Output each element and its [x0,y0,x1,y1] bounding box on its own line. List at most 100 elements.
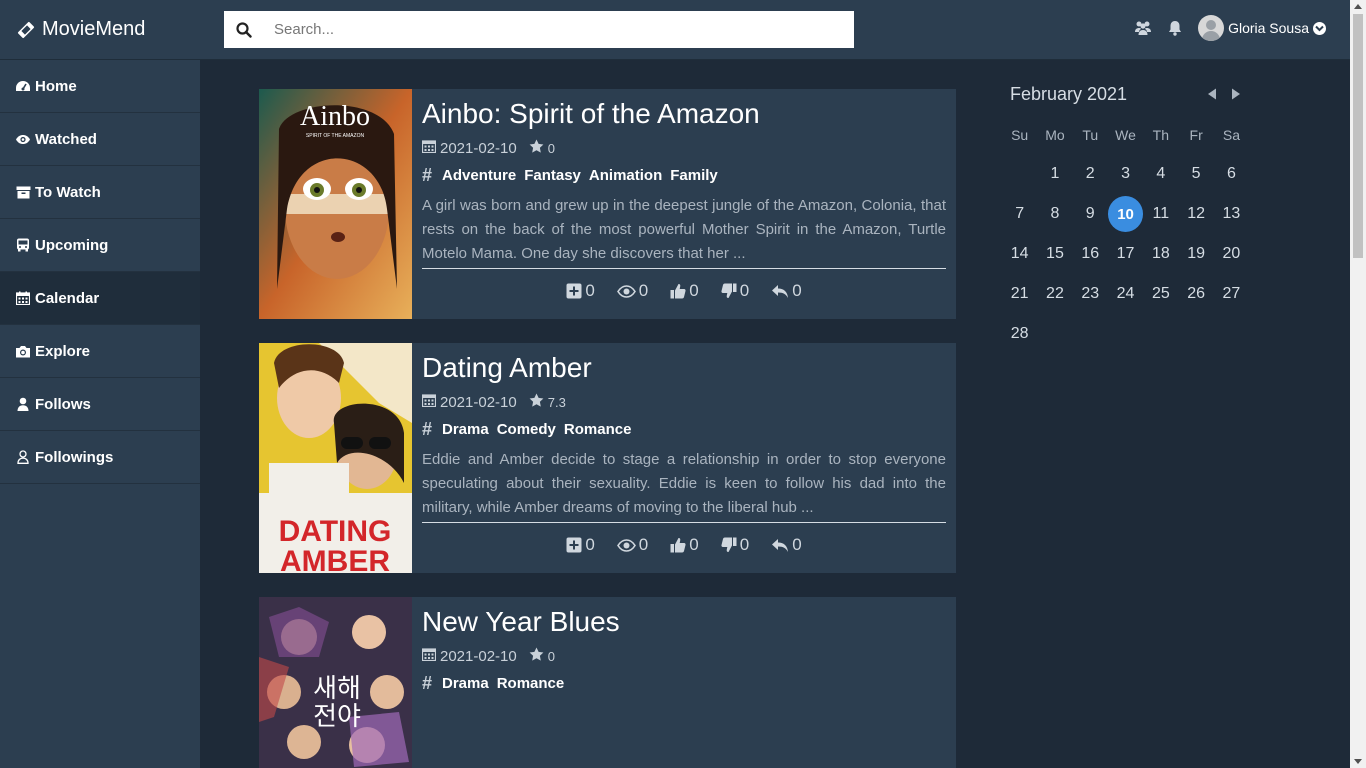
genre-tag[interactable]: Adventure [442,167,516,184]
weekday-label: Th [1152,127,1169,143]
watched-button[interactable]: 0 [616,535,648,555]
scrollbar-thumb[interactable] [1353,14,1363,258]
genre-tag[interactable]: Romance [564,421,632,438]
calendar-day-number: 12 [1187,205,1206,222]
add-to-watchlist-button[interactable]: 0 [566,281,595,301]
calendar-day[interactable]: 14 [1002,234,1037,274]
calendar-day[interactable]: 24 [1108,274,1143,314]
chevron-down-icon [1313,21,1326,35]
calendar-day[interactable]: 22 [1037,274,1072,314]
poster-title: 새해 [313,674,361,704]
reply-button[interactable]: 0 [771,535,802,555]
calendar-day-number: 2 [1085,165,1095,182]
calendar-day-today[interactable]: 10 [1107,194,1144,234]
like-button[interactable]: 0 [670,281,699,301]
calendar-day[interactable]: 6 [1214,154,1249,194]
calendar-day-number: 5 [1191,165,1201,182]
calendar-day[interactable]: 26 [1178,274,1213,314]
top-right-controls: Gloria Sousa [1134,15,1326,41]
calendar-day[interactable]: 25 [1143,274,1178,314]
movie-actions: 0 0 0 0 0 [422,281,946,301]
calendar-day[interactable]: 17 [1108,234,1143,274]
calendar-day[interactable]: 21 [1002,274,1037,314]
sidebar-item-calendar[interactable]: Calendar [0,272,200,325]
calendar-day[interactable]: 3 [1108,154,1143,194]
like-button[interactable]: 0 [670,535,699,555]
genre-tag[interactable]: Family [670,167,718,184]
genre-tag[interactable]: Drama [442,675,489,692]
weekday-label: Tu [1082,127,1099,143]
calendar-day[interactable]: 13 [1214,194,1249,234]
calendar-day-number: 8 [1050,205,1060,222]
genre-tag[interactable]: Drama [442,421,489,438]
calendar-day[interactable]: 5 [1178,154,1213,194]
calendar-day[interactable]: 11 [1143,194,1178,234]
calendar-day[interactable]: 16 [1073,234,1108,274]
sidebar-item-home[interactable]: Home [0,60,200,113]
dislike-button[interactable]: 0 [721,535,749,555]
movie-poster[interactable]: Ainbo SPIRIT OF THE AMAZON [259,89,412,319]
next-month-icon[interactable] [1230,87,1242,101]
movie-poster[interactable]: DATING AMBER [259,343,412,573]
calendar-day[interactable]: 4 [1143,154,1178,194]
calendar-nav [1206,87,1242,101]
calendar-day[interactable]: 7 [1002,194,1037,234]
movie-title[interactable]: New Year Blues [422,607,946,637]
scroll-down-icon[interactable] [1354,759,1362,764]
search-input[interactable] [264,11,854,48]
brand-logo[interactable]: MovieMend [16,18,145,41]
movie-title[interactable]: Ainbo: Spirit of the Amazon [422,99,946,129]
genre-tag[interactable]: Fantasy [524,167,581,184]
bell-icon[interactable] [1166,19,1184,37]
calendar-day[interactable]: 28 [1002,314,1037,354]
watched-button[interactable]: 0 [616,281,648,301]
reply-count: 0 [792,281,802,300]
weekday-label: Su [1011,127,1029,143]
genre-list: # Drama Romance [422,673,946,694]
sidebar-item-watched[interactable]: Watched [0,113,200,166]
calendar-day[interactable]: 20 [1214,234,1249,274]
page-scrollbar[interactable] [1350,0,1366,768]
calendar-day-number: 24 [1116,285,1135,302]
sidebar-item-label: Watched [35,130,97,148]
calendar-day[interactable]: 19 [1178,234,1213,274]
genre-tag[interactable]: Romance [497,675,565,692]
movie-poster[interactable]: 새해 전야 [259,597,412,768]
user-menu[interactable]: Gloria Sousa [1198,15,1326,41]
calendar-day[interactable]: 1 [1037,154,1072,194]
sidebar-item-upcoming[interactable]: Upcoming [0,219,200,272]
dislike-button[interactable]: 0 [721,281,749,301]
genre-tag[interactable]: Comedy [497,421,556,438]
sidebar-item-to-watch[interactable]: To Watch [0,166,200,219]
star-icon [529,139,544,157]
genre-list: # Drama Comedy Romance [422,419,946,440]
thumbs-up-icon [670,538,686,553]
calendar-day-number: 6 [1226,165,1236,182]
calendar-day[interactable]: 18 [1143,234,1178,274]
sidebar-item-followings[interactable]: Followings [0,431,200,484]
release-date: 2021-02-10 [440,647,517,665]
search-icon[interactable] [224,11,264,48]
calendar-day[interactable]: 9 [1073,194,1108,234]
calendar-day[interactable]: 2 [1073,154,1108,194]
movie-title[interactable]: Dating Amber [422,353,946,383]
calendar-day-number: 10 [1107,196,1144,232]
calendar-day-number: 28 [1010,325,1029,342]
camera-icon [15,344,31,358]
calendar-blank [1002,154,1037,194]
add-to-watchlist-button[interactable]: 0 [566,535,595,555]
sidebar-item-explore[interactable]: Explore [0,325,200,378]
calendar-day[interactable]: 15 [1037,234,1072,274]
calendar-day[interactable]: 27 [1214,274,1249,314]
genre-tag[interactable]: Animation [589,167,662,184]
scroll-up-icon[interactable] [1354,4,1362,9]
friends-icon[interactable] [1134,19,1152,37]
sidebar-item-follows[interactable]: Follows [0,378,200,431]
calendar-day[interactable]: 23 [1073,274,1108,314]
dashboard-icon [15,79,31,93]
reply-button[interactable]: 0 [771,281,802,301]
calendar-day[interactable]: 12 [1178,194,1213,234]
archive-icon [15,185,31,199]
prev-month-icon[interactable] [1206,87,1218,101]
calendar-day[interactable]: 8 [1037,194,1072,234]
